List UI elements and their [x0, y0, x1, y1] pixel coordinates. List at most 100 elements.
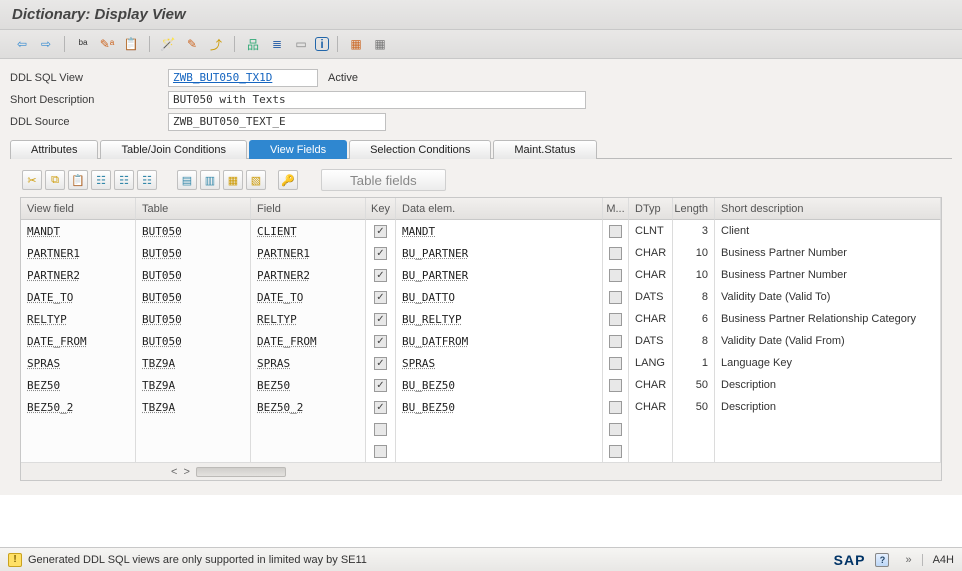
cell-field[interactable]: BEZ50_2 [251, 396, 366, 418]
cell-data-elem[interactable]: BU_RELTYP [396, 308, 603, 330]
cell-data-elem[interactable]: BU_DATTO [396, 286, 603, 308]
cell-data-elem[interactable]: BU_BEZ50 [396, 374, 603, 396]
cell-table[interactable]: BUT050 [136, 330, 251, 352]
table-row[interactable]: DATE_FROMBUT050DATE_FROMBU_DATFROMDATS8V… [21, 330, 941, 352]
tab-view-fields[interactable]: View Fields [249, 140, 347, 159]
table-row[interactable]: PARTNER1BUT050PARTNER1BU_PARTNERCHAR10Bu… [21, 242, 941, 264]
hierarchy-icon[interactable]: 品 [243, 34, 263, 54]
cell-view-field[interactable]: MANDT [21, 220, 136, 242]
cell-field[interactable]: DATE_FROM [251, 330, 366, 352]
info-icon[interactable]: i [315, 37, 329, 51]
back-icon[interactable]: ⇦ [12, 34, 32, 54]
scroll-left-icon[interactable]: < [171, 466, 177, 478]
col-length[interactable]: Length [673, 198, 715, 220]
menu-indicator-icon[interactable]: » [905, 554, 911, 566]
tab-attributes[interactable]: Attributes [10, 140, 98, 159]
cell-table[interactable]: BUT050 [136, 264, 251, 286]
horizontal-scrollbar[interactable] [196, 467, 286, 477]
activate-icon[interactable]: 📋 [121, 34, 141, 54]
deselect-icon[interactable]: ▧ [246, 170, 266, 190]
wand-icon[interactable]: 🪄 [158, 34, 178, 54]
cell-field[interactable] [251, 418, 366, 440]
key-icon[interactable]: 🔑 [278, 170, 298, 190]
goto-icon[interactable]: ⤴ [206, 34, 226, 54]
cell-view-field[interactable] [21, 418, 136, 440]
cut-icon[interactable]: ✂ [22, 170, 42, 190]
cell-field[interactable]: DATE_TO [251, 286, 366, 308]
cell-field[interactable]: SPRAS [251, 352, 366, 374]
cell-data-elem[interactable] [396, 418, 603, 440]
cell-view-field[interactable]: RELTYP [21, 308, 136, 330]
ddl-sql-view-value[interactable]: ZWB_BUT050_TX1D [168, 69, 318, 87]
tab-selection-conditions[interactable]: Selection Conditions [349, 140, 491, 159]
cell-view-field[interactable]: DATE_FROM [21, 330, 136, 352]
cell-view-field[interactable] [21, 440, 136, 462]
delete-row-icon[interactable]: ☷ [114, 170, 134, 190]
cell-view-field[interactable]: PARTNER1 [21, 242, 136, 264]
col-table[interactable]: Table [136, 198, 251, 220]
col-dtyp[interactable]: DTyp [629, 198, 673, 220]
index-icon[interactable]: ≣ [267, 34, 287, 54]
display-toggle-icon[interactable]: ᵇᵃ [73, 34, 93, 54]
cell-table[interactable]: BUT050 [136, 286, 251, 308]
short-desc-value[interactable]: BUT050 with Texts [168, 91, 586, 109]
table-row[interactable]: SPRASTBZ9ASPRASSPRASLANG1Language Key [21, 352, 941, 374]
cell-field[interactable]: BEZ50 [251, 374, 366, 396]
edit-icon[interactable]: ✎ [182, 34, 202, 54]
cell-data-elem[interactable]: SPRAS [396, 352, 603, 374]
table-row[interactable]: PARTNER2BUT050PARTNER2BU_PARTNERCHAR10Bu… [21, 264, 941, 286]
help-icon[interactable]: ? [875, 553, 889, 567]
cell-view-field[interactable]: BEZ50 [21, 374, 136, 396]
cell-table[interactable]: BUT050 [136, 308, 251, 330]
contents-icon[interactable]: ▦ [346, 34, 366, 54]
copy-icon[interactable]: ⧉ [45, 170, 65, 190]
check-icon[interactable]: ✎ᵃ [97, 34, 117, 54]
table-fields-button[interactable]: Table fields [321, 169, 446, 191]
cell-view-field[interactable]: BEZ50_2 [21, 396, 136, 418]
col-key[interactable]: Key [366, 198, 396, 220]
tab-table-join-conditions[interactable]: Table/Join Conditions [100, 140, 247, 159]
select-all-icon[interactable]: ▦ [223, 170, 243, 190]
grid-icon[interactable]: ▦ [370, 34, 390, 54]
cell-data-elem[interactable]: MANDT [396, 220, 603, 242]
ddl-source-value[interactable]: ZWB_BUT050_TEXT_E [168, 113, 386, 131]
cell-data-elem[interactable]: BU_PARTNER [396, 264, 603, 286]
cell-field[interactable]: PARTNER2 [251, 264, 366, 286]
cell-table[interactable]: TBZ9A [136, 374, 251, 396]
tech-settings-icon[interactable]: ▭ [291, 34, 311, 54]
cell-table[interactable]: TBZ9A [136, 352, 251, 374]
table-row[interactable]: RELTYPBUT050RELTYPBU_RELTYPCHAR6Business… [21, 308, 941, 330]
col-m[interactable]: M... [603, 198, 629, 220]
table-row-empty[interactable] [21, 418, 941, 440]
cell-table[interactable] [136, 418, 251, 440]
cell-field[interactable]: RELTYP [251, 308, 366, 330]
col-short-desc[interactable]: Short description [715, 198, 941, 220]
cell-view-field[interactable]: SPRAS [21, 352, 136, 374]
collapse-icon[interactable]: ▥ [200, 170, 220, 190]
cell-field[interactable]: PARTNER1 [251, 242, 366, 264]
cell-data-elem[interactable]: BU_PARTNER [396, 242, 603, 264]
col-field[interactable]: Field [251, 198, 366, 220]
cell-data-elem[interactable]: BU_DATFROM [396, 330, 603, 352]
forward-icon[interactable]: ⇨ [36, 34, 56, 54]
cell-data-elem[interactable] [396, 440, 603, 462]
col-data-elem[interactable]: Data elem. [396, 198, 603, 220]
table-row-empty[interactable] [21, 440, 941, 462]
expand-icon[interactable]: ▤ [177, 170, 197, 190]
paste-icon[interactable]: 📋 [68, 170, 88, 190]
cell-field[interactable] [251, 440, 366, 462]
duplicate-row-icon[interactable]: ☷ [137, 170, 157, 190]
cell-data-elem[interactable]: BU_BEZ50 [396, 396, 603, 418]
tab-maint-status[interactable]: Maint.Status [493, 140, 596, 159]
scroll-right-icon[interactable]: > [183, 466, 189, 478]
insert-row-icon[interactable]: ☷ [91, 170, 111, 190]
cell-view-field[interactable]: PARTNER2 [21, 264, 136, 286]
table-row[interactable]: BEZ50_2TBZ9ABEZ50_2BU_BEZ50CHAR50Descrip… [21, 396, 941, 418]
cell-table[interactable] [136, 440, 251, 462]
table-row[interactable]: MANDTBUT050CLIENTMANDTCLNT3Client [21, 220, 941, 242]
cell-table[interactable]: TBZ9A [136, 396, 251, 418]
table-row[interactable]: DATE_TOBUT050DATE_TOBU_DATTODATS8Validit… [21, 286, 941, 308]
cell-table[interactable]: BUT050 [136, 242, 251, 264]
cell-field[interactable]: CLIENT [251, 220, 366, 242]
cell-table[interactable]: BUT050 [136, 220, 251, 242]
